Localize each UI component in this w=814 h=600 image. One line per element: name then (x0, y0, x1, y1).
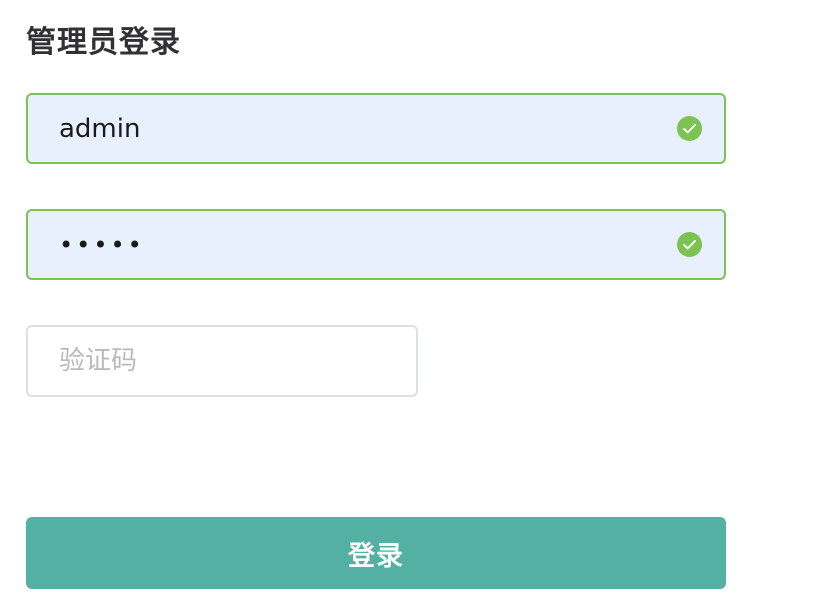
check-circle-icon (677, 232, 702, 257)
page-title: 管理员登录 (26, 25, 181, 60)
username-field (26, 93, 726, 164)
check-circle-icon (677, 116, 702, 141)
password-input[interactable] (28, 211, 677, 278)
password-field (26, 209, 726, 280)
captcha-field (26, 325, 418, 397)
admin-login-page: 管理员登录 登录 (0, 0, 814, 600)
login-button[interactable]: 登录 (26, 517, 726, 589)
username-input[interactable] (28, 95, 677, 162)
captcha-input[interactable] (28, 327, 416, 395)
